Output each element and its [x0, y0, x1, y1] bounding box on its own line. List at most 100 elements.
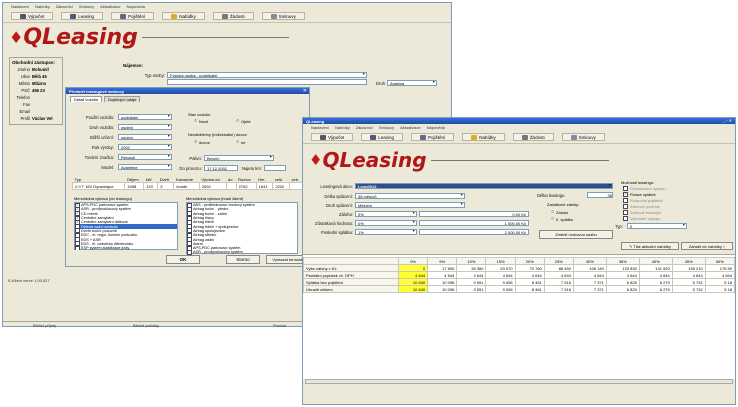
leasing-field-select[interactable]: 0% — [355, 211, 417, 217]
vehicle-field-select[interactable]: osobní — [118, 134, 172, 140]
ok-button[interactable]: OK — [166, 255, 200, 264]
vehicle-field-select[interactable]: Avantime — [118, 164, 172, 170]
equipment-list-lease[interactable]: ✓ APS-PDC parkovací systém ✓ ASR - protipro… — [74, 202, 178, 251]
leasing-field-select[interactable]: Měsíční — [355, 202, 465, 208]
menu-item[interactable]: Smlouvy — [79, 4, 94, 9]
toolbar-button-offers[interactable]: Nabídky — [162, 12, 205, 20]
leasing-amount-input[interactable]: 0,00 Kč — [419, 211, 529, 217]
results-header-cell — [303, 257, 399, 265]
menu-item[interactable]: Nápověda — [427, 125, 445, 130]
leasing-option[interactable]: Financování výkupu — [623, 186, 666, 191]
results-row[interactable]: Výše zálohy v Kč 0 17 690 35 380 53 070 70 76… — [303, 264, 736, 272]
menu-item[interactable]: Nápověda — [127, 4, 145, 9]
vehicle-field-select[interactable]: podnikání — [118, 114, 172, 120]
toolbar-button-requests[interactable]: Žádosti — [512, 133, 554, 141]
toolbar-button-offers[interactable]: Nabídky — [462, 133, 505, 141]
results-row-label: Výše zálohy v Kč — [303, 264, 399, 272]
radio-option[interactable]: ○ ne — [236, 139, 245, 145]
radio-option[interactable]: ○ Zálohu — [551, 209, 568, 215]
results-cell: 10 096 — [427, 285, 458, 293]
change-rate-button[interactable]: Změnit úrokovou sazbu — [539, 230, 613, 239]
radio-option[interactable]: ○ 0. splátku — [551, 216, 573, 222]
menu-item[interactable]: Aktualizace — [100, 4, 120, 9]
results-cell: 9 551 — [456, 278, 487, 286]
leasing-option[interactable]: Vykonání výkupu — [623, 216, 660, 221]
leasing-option[interactable]: Zahrnutí povinné — [623, 204, 660, 209]
menu-item[interactable]: Smlouvy — [379, 125, 394, 130]
results-cell: 4 644 — [427, 271, 458, 279]
radio-label: dovoz — [199, 139, 210, 145]
toolbar-button-leasing[interactable]: Leasing — [61, 12, 104, 20]
window-controls[interactable]: _ ▫ ✕ — [723, 118, 732, 123]
toolbar-button-contracts[interactable]: Smlouvy — [261, 12, 305, 20]
dialog-tab[interactable]: Doplňující údaje — [103, 96, 141, 102]
equipment-item[interactable]: ASR - protiprokluzový systém — [187, 250, 297, 255]
vehicle-field-select[interactable]: Renault — [118, 154, 172, 160]
toolbar-button-contracts[interactable]: Smlouvy — [561, 133, 605, 141]
leasing-field-select[interactable]: 0% — [355, 220, 417, 226]
type-cell: 2.0 T 16V Dynamique — [71, 182, 126, 190]
rep-field-value: Bohumil — [32, 67, 49, 72]
menu-item[interactable]: Nabídky — [335, 125, 350, 130]
menu-item[interactable]: Zákazníci — [356, 125, 373, 130]
results-cell-highlight: 10 640 — [397, 278, 429, 286]
insure-heading: Nezatížitelný (individuální) dovoz: — [188, 132, 248, 137]
results-cell: 106 140 — [572, 264, 607, 272]
menu-item[interactable]: Zákazníci — [56, 4, 73, 9]
vehicle-field-select[interactable]: osobní — [118, 124, 172, 130]
leasing-amount-input[interactable]: 1 000,00 Kč — [419, 220, 529, 226]
dialog-titlebar: Předmět leasingové smlouvy — [66, 88, 309, 94]
km-input[interactable] — [264, 165, 286, 171]
offers-icon — [171, 13, 178, 19]
subject-type-select-2[interactable] — [167, 79, 367, 85]
toolbar-label: Leasing — [378, 134, 395, 140]
toolbar-button-car[interactable]: Výpočet — [11, 12, 54, 20]
menu-item[interactable]: Nastavení — [11, 4, 29, 9]
date-input[interactable]: 17.12.2002 — [204, 165, 238, 171]
equipment-item[interactable]: ESP systém stabilizace jízdy — [75, 245, 177, 251]
radio-option[interactable]: ○ Ojeté — [236, 118, 251, 124]
toolbar-label: Smlouvy — [578, 134, 596, 140]
horizontal-scrollbar[interactable] — [305, 379, 733, 384]
leasing-option[interactable]: ✓ Fixace splátek — [623, 192, 656, 197]
type-table-row[interactable]: 2.0 T 16V Dynamique 1998 120 3 kombi 2002 2762… — [71, 182, 304, 190]
leasing-length-input[interactable]: 36 — [587, 192, 613, 198]
print-offer-button[interactable]: ✎ Tisk aktuální nabídky — [621, 242, 679, 250]
radio-option[interactable]: ○ dovoz — [194, 139, 210, 145]
leasing-field-select[interactable]: 1% — [355, 229, 417, 235]
toolbar-button-leasing[interactable]: Leasing — [361, 133, 404, 141]
results-header-cell: 35% — [605, 257, 640, 265]
insurance-icon — [420, 134, 427, 140]
dialog-close-button[interactable]: ✕ — [303, 88, 307, 94]
results-cell: 7 916 — [543, 285, 574, 293]
price-select[interactable]: Lenu0012 — [355, 183, 613, 189]
fuel-select[interactable]: Benzín — [204, 155, 274, 161]
radio-option[interactable]: ○ Nové — [194, 118, 208, 124]
type-select[interactable]: 0 — [627, 223, 687, 229]
results-row[interactable]: Úhradit celkem 10 640 10 096 9 551 9 006 8 46… — [303, 285, 736, 293]
results-row[interactable]: Splátka bez pojištění 10 640 10 096 9 551 9 … — [303, 278, 736, 286]
leasing-field-select[interactable]: 36 měsíců — [355, 193, 465, 199]
toolbar-label: Nabídky — [179, 13, 196, 19]
results-row[interactable]: Paušální poplatek vč. DPH 4 644 4 644 4 644… — [303, 271, 736, 279]
toolbar-button-requests[interactable]: Žádosti — [212, 12, 254, 20]
menu-item[interactable]: Nastavení — [311, 125, 329, 130]
toolbar-button-car[interactable]: Výpočet — [311, 133, 354, 141]
rep-field-label: Telefon — [16, 95, 30, 100]
type-cell: 3 — [157, 182, 175, 190]
add-offer-button[interactable]: Zařadit do nabídky » — [681, 242, 733, 250]
cancel-button[interactable]: Storno — [226, 255, 260, 264]
equipment-list-client[interactable]: ABS - protiblokovací brzdový systém Airba… — [186, 202, 298, 255]
toolbar-button-insurance[interactable]: Pojištění — [411, 133, 455, 141]
subject-type-select[interactable]: Fyzická osoba - podnikatel — [167, 72, 367, 78]
dialog-tab[interactable]: Detail vozidla — [70, 96, 102, 102]
results-cell: 4 644 — [638, 271, 673, 279]
toolbar-button-insurance[interactable]: Pojištění — [111, 12, 155, 20]
leasing-amount-input[interactable]: 2 000,00 Kč — [419, 229, 529, 235]
vehicle-field-select[interactable]: 2002 — [118, 144, 172, 150]
menu-item[interactable]: Aktualizace — [400, 125, 420, 130]
analysis-select[interactable]: Analýza — [387, 80, 437, 86]
leasing-option[interactable]: Zahrnutí havarijní — [623, 210, 661, 215]
leasing-option[interactable]: Rozpočet pojištění — [623, 198, 663, 203]
menu-item[interactable]: Nabídky — [35, 4, 50, 9]
